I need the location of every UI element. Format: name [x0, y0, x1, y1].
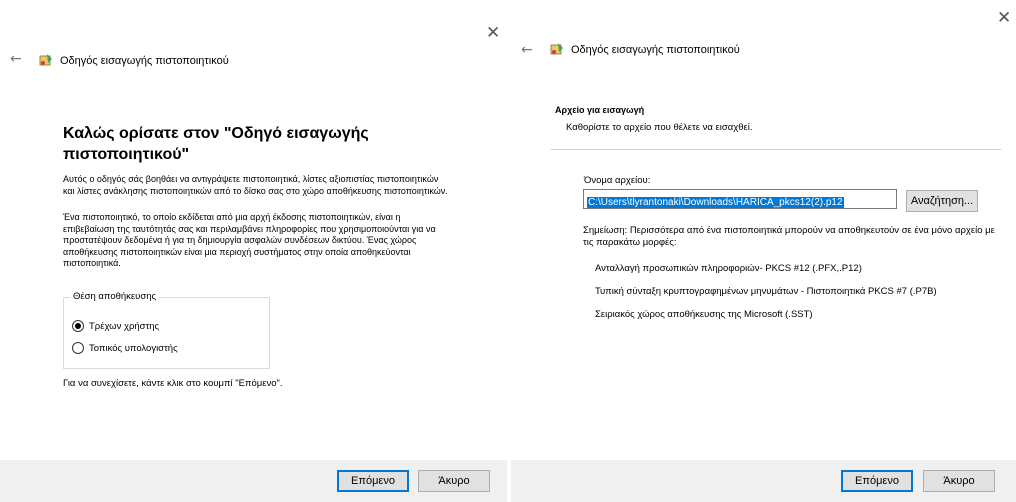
close-icon[interactable]: ✕	[486, 25, 500, 42]
next-button[interactable]: Επόμενο	[337, 470, 409, 492]
header-separator	[551, 149, 1001, 150]
current-user-label: Τρέχων χρήστης	[89, 321, 160, 332]
back-arrow-icon[interactable]: ←	[521, 42, 533, 58]
file-name-label: Όνομα αρχείου:	[584, 175, 651, 186]
store-location-group: Θέση αποθήκευσης Τρέχων χρήστης Τοπικός …	[63, 291, 270, 369]
intro-paragraph: Αυτός ο οδηγός σάς βοηθάει να αντιγράψετ…	[63, 174, 448, 196]
left-footer: Επόμενο Άκυρο	[0, 460, 507, 502]
wizard-title: Οδηγός εισαγωγής πιστοποιητικού	[571, 44, 740, 56]
certificate-wizard-icon	[39, 54, 52, 66]
right-wizard-dialog: ✕ ← Οδηγός εισαγωγής πιστοποιητικού Αρχε…	[511, 0, 1016, 502]
continue-instruction: Για να συνεχίσετε, κάντε κλικ στο κουμπί…	[63, 378, 283, 389]
file-name-input[interactable]: C:\Users\tlyrantonaki\Downloads\HARICA_p…	[583, 189, 897, 209]
local-machine-label: Τοπικός υπολογιστής	[89, 343, 178, 354]
right-footer: Επόμενο Άκυρο	[511, 460, 1016, 502]
current-user-radio[interactable]	[72, 320, 84, 332]
left-wizard-dialog: ✕ ← Οδηγός εισαγωγής πιστοποιητικού Καλώ…	[0, 0, 507, 502]
file-name-value: C:\Users\tlyrantonaki\Downloads\HARICA_p…	[587, 197, 844, 208]
certificate-wizard-icon	[550, 43, 563, 55]
cancel-button[interactable]: Άκυρο	[923, 470, 995, 492]
formats-note: Σημείωση: Περισσότερα από ένα πιστοποιητ…	[583, 225, 995, 248]
welcome-heading: Καλώς ορίσατε στον "Οδηγό εισαγωγής πιστ…	[63, 125, 369, 163]
back-arrow-icon[interactable]: ←	[10, 51, 22, 67]
section-description: Καθορίστε το αρχείο που θέλετε να εισαχθ…	[566, 122, 753, 133]
section-title: Αρχείο για εισαγωγή	[555, 105, 645, 115]
format-item: Σειριακός χώρος αποθήκευσης της Microsof…	[595, 309, 813, 320]
browse-button[interactable]: Αναζήτηση...	[906, 190, 978, 212]
close-icon[interactable]: ✕	[997, 10, 1011, 27]
cancel-button[interactable]: Άκυρο	[418, 470, 490, 492]
format-item: Ανταλλαγή προσωπικών πληροφοριών- PKCS #…	[595, 263, 862, 274]
local-machine-radio[interactable]	[72, 342, 84, 354]
format-item: Τυπική σύνταξη κρυπτογραφημένων μηνυμάτω…	[595, 286, 937, 297]
certificate-description: Ένα πιστοποιητικό, το οποίο εκδίδεται απ…	[63, 212, 436, 268]
store-location-legend: Θέση αποθήκευσης	[70, 291, 160, 302]
wizard-title: Οδηγός εισαγωγής πιστοποιητικού	[60, 55, 229, 67]
next-button[interactable]: Επόμενο	[841, 470, 913, 492]
